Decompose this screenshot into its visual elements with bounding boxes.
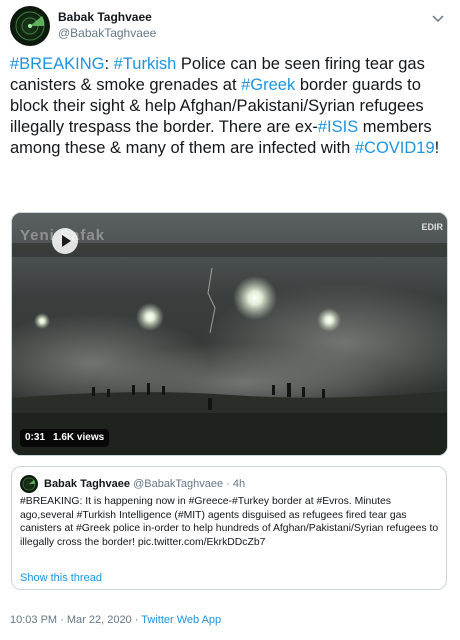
- video-duration: 0:31: [25, 432, 46, 443]
- radar-logo-icon: [15, 11, 45, 41]
- tweet-text-segment: :: [104, 55, 114, 73]
- video-player[interactable]: Yeni Şafak EDIR 0:31 1.6K views: [11, 212, 448, 456]
- video-thumbnail: [12, 213, 447, 455]
- author-handle[interactable]: @BabakTaghvaee: [58, 25, 156, 41]
- radar-logo-icon: [22, 477, 36, 491]
- hashtag-link[interactable]: #Greek: [241, 76, 295, 94]
- quoted-time: 4h: [232, 478, 246, 490]
- video-stats-badge: 0:31 1.6K views: [20, 429, 110, 447]
- quoted-header: Babak Taghvaee @BabakTaghvaee · 4h: [44, 476, 245, 492]
- play-icon[interactable]: [52, 228, 78, 254]
- quoted-avatar: [20, 475, 38, 493]
- author-name[interactable]: Babak Taghvaee: [58, 9, 156, 25]
- footer-separator: ·: [131, 614, 142, 626]
- timestamp[interactable]: 10:03 PM · Mar 22, 2020: [10, 614, 132, 626]
- avatar[interactable]: [10, 6, 50, 46]
- watermark-right: EDIR: [421, 222, 443, 232]
- quoted-tweet[interactable]: Babak Taghvaee @BabakTaghvaee · 4h #BREA…: [11, 466, 447, 590]
- hashtag-link[interactable]: #Turkish: [114, 55, 177, 73]
- quoted-author-name: Babak Taghvaee: [44, 478, 131, 490]
- tweet-footer: 10:03 PM · Mar 22, 2020 · Twitter Web Ap…: [10, 614, 221, 626]
- tweet-header: Babak Taghvaee @BabakTaghvaee: [10, 6, 450, 46]
- source-link[interactable]: Twitter Web App: [141, 614, 221, 626]
- hashtag-link[interactable]: #COVID19: [355, 139, 435, 157]
- quoted-author-handle: @BabakTaghvaee: [133, 478, 224, 490]
- video-views: 1.6K views: [53, 432, 105, 443]
- hashtag-link[interactable]: #BREAKING: [10, 55, 104, 73]
- tweet-card: Babak Taghvaee @BabakTaghvaee #BREAKING:…: [0, 0, 460, 640]
- show-thread-link[interactable]: Show this thread: [20, 572, 102, 584]
- tweet-text: #BREAKING: #Turkish Police can be seen f…: [10, 54, 452, 159]
- quoted-separator: ·: [223, 478, 233, 490]
- hashtag-link[interactable]: #ISIS: [318, 118, 358, 136]
- quoted-text: #BREAKING: It is happening now in #Greec…: [20, 496, 439, 548]
- author-info: Babak Taghvaee @BabakTaghvaee: [58, 9, 156, 41]
- tweet-text-segment: !: [434, 139, 440, 157]
- chevron-down-icon[interactable]: [430, 10, 446, 26]
